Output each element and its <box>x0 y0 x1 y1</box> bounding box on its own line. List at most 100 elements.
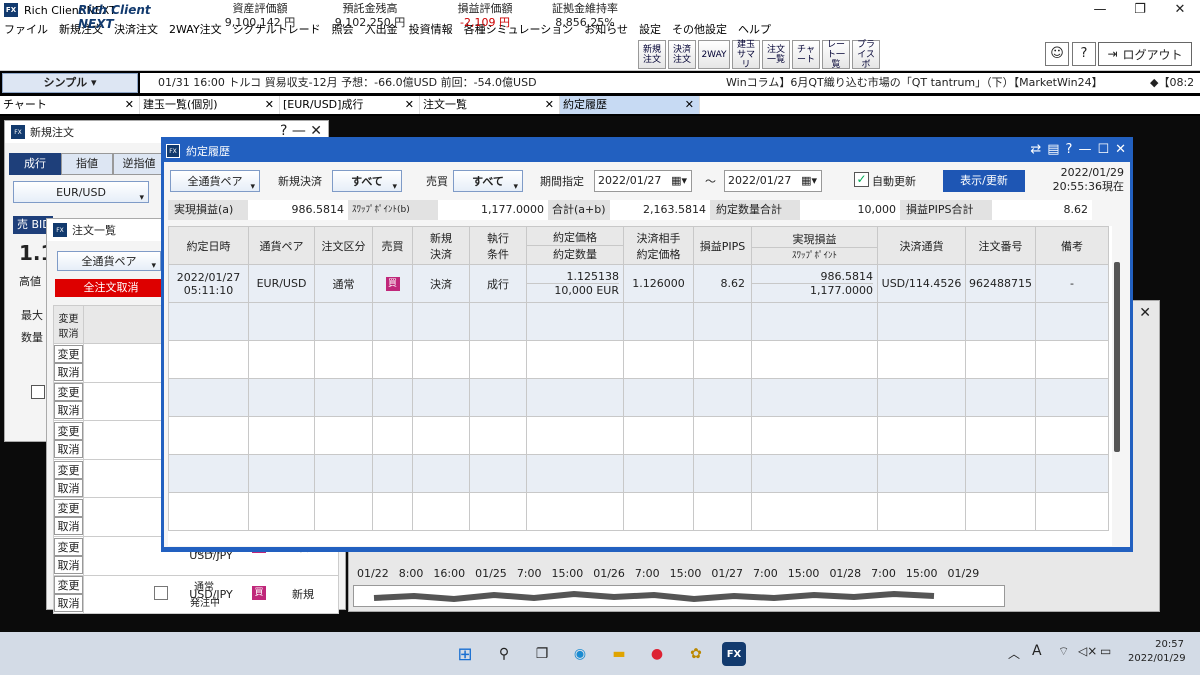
table-row[interactable] <box>168 378 1109 417</box>
table-row[interactable]: 2022/01/27 05:11:10 EUR/USD 通常 買 決済 成行 1.… <box>168 264 1109 303</box>
export-icon[interactable]: ⇄ <box>1030 142 1041 157</box>
quick-chart-button[interactable]: チャート <box>792 40 820 69</box>
avatar-icon[interactable]: ☺ <box>1045 42 1069 66</box>
news-ticker[interactable]: 01/31 16:00 トルコ 貿易収支-12月 予想：-66.0億USD 前回… <box>140 73 1200 93</box>
close-icon[interactable]: ✕ <box>265 96 274 114</box>
change-button[interactable]: 変更 <box>54 460 83 479</box>
chevron-up-icon[interactable]: ︿ <box>1008 645 1020 662</box>
cancel-all-button[interactable]: 全注文取消 <box>55 279 167 297</box>
close-icon[interactable]: ✕ <box>685 96 694 114</box>
minimize-button[interactable]: — <box>1080 0 1120 20</box>
maximize-button[interactable]: ❐ <box>1120 0 1160 20</box>
logout-button[interactable]: ⇥ ログアウト <box>1098 42 1192 66</box>
close-icon[interactable]: ✕ <box>1139 305 1151 321</box>
tab-chart[interactable]: チャート ✕ <box>0 96 140 114</box>
close-button[interactable]: ✕ <box>1160 0 1200 20</box>
quick-rate-list-button[interactable]: レート一覧 <box>822 40 850 70</box>
chrome-icon[interactable]: ● <box>645 642 669 666</box>
new-close-select[interactable]: すべて <box>332 170 402 192</box>
change-button[interactable]: 変更 <box>54 576 83 595</box>
csv-icon[interactable]: ▤ <box>1047 142 1059 157</box>
ticker-text-right: Winコラム】6月QT織り込む市場の「QT tantrum」（下）【Market… <box>726 76 1103 89</box>
auto-update-checkbox[interactable]: ✓ <box>854 172 869 187</box>
fx-app-icon[interactable]: FX <box>722 642 746 666</box>
ime-indicator[interactable]: A <box>1032 643 1042 659</box>
menu-settings[interactable]: 設定 <box>639 21 661 37</box>
maximize-icon[interactable]: ☐ <box>1097 142 1109 157</box>
windows-start-icon[interactable]: ⊞ <box>453 642 477 666</box>
tab-market[interactable]: 成行 <box>9 153 61 175</box>
calendar-icon[interactable]: ▦▾ <box>801 171 817 191</box>
col-price: 約定価格 <box>553 231 597 244</box>
vertical-scrollbar[interactable] <box>1114 262 1120 452</box>
pair-filter-select[interactable]: 全通貨ペア <box>170 170 260 192</box>
table-row[interactable] <box>168 454 1109 493</box>
cancel-button[interactable]: 取消 <box>54 478 83 497</box>
tab-market-order[interactable]: [EUR/USD]成行 ✕ <box>280 96 420 114</box>
layout-select[interactable]: シンプル ▾ <box>2 73 138 93</box>
quick-new-order-button[interactable]: 新規注文 <box>638 40 666 69</box>
change-button[interactable]: 変更 <box>54 499 83 518</box>
close-icon[interactable]: ✕ <box>125 96 134 114</box>
table-row[interactable]: 変更 取消 USD/JPY 通常 発注中買新規 <box>53 574 339 615</box>
quick-close-order-button[interactable]: 決済注文 <box>668 40 696 69</box>
cancel-button[interactable]: 取消 <box>54 362 83 381</box>
summary-qty-label: 約定数量合計 <box>710 200 800 220</box>
row-checkbox[interactable] <box>154 585 168 600</box>
currency-pair-select[interactable]: EUR/USD <box>13 181 149 203</box>
chart-scrollbar[interactable] <box>353 585 1005 607</box>
change-button[interactable]: 変更 <box>54 537 83 556</box>
date-to-field[interactable]: 2022/01/27 ▦▾ <box>724 170 822 192</box>
tab-order-list[interactable]: 注文一覧 ✕ <box>420 96 560 114</box>
change-button[interactable]: 変更 <box>54 344 83 363</box>
menu-other-settings[interactable]: その他設定 <box>672 21 727 37</box>
close-icon[interactable]: ✕ <box>545 96 554 114</box>
axis-tick: 15:00 <box>669 567 702 580</box>
quick-order-list-button[interactable]: 注文一覧 <box>762 40 790 69</box>
date-from-field[interactable]: 2022/01/27 ▦▾ <box>594 170 692 192</box>
clock[interactable]: 20:57 2022/01/29 <box>1128 638 1186 666</box>
battery-icon[interactable]: ▭ <box>1100 644 1111 658</box>
task-view-icon[interactable]: ❐ <box>530 642 554 666</box>
tab-execution-history[interactable]: 約定履歴 ✕ <box>560 96 700 114</box>
table-row[interactable] <box>168 340 1109 379</box>
menu-file[interactable]: ファイル <box>4 21 48 37</box>
axis-tick: 01/27 <box>711 567 744 580</box>
change-button[interactable]: 変更 <box>54 383 83 402</box>
wifi-icon[interactable]: ⌔ <box>1058 644 1069 659</box>
speaker-icon[interactable]: ◁× <box>1078 644 1097 658</box>
minimize-icon[interactable]: — <box>1078 142 1091 157</box>
table-row[interactable] <box>168 492 1109 531</box>
cancel-button[interactable]: 取消 <box>54 594 83 613</box>
refresh-button[interactable]: 表示/更新 <box>943 170 1025 192</box>
table-row[interactable] <box>168 302 1109 341</box>
folder-icon[interactable]: ▬ <box>607 642 631 666</box>
side-select[interactable]: すべて <box>453 170 523 192</box>
tab-position[interactable]: 建玉一覧(個別) ✕ <box>140 96 280 114</box>
change-button[interactable]: 変更 <box>54 421 83 440</box>
close-icon[interactable]: ✕ <box>1115 142 1126 157</box>
checkbox[interactable] <box>31 385 45 399</box>
edge-icon[interactable]: ◉ <box>568 642 592 666</box>
calendar-icon[interactable]: ▦▾ <box>671 171 687 191</box>
quick-position-button[interactable]: 建玉サマリ <box>732 40 760 70</box>
quick-price-board-button[interactable]: プライスボ <box>852 40 880 70</box>
order-list-title: 注文一覧 <box>72 224 116 237</box>
app-icon[interactable]: ✿ <box>684 642 708 666</box>
order-pair-select[interactable]: 全通貨ペア <box>57 251 161 271</box>
search-icon[interactable]: ⚲ <box>492 642 516 666</box>
cancel-button[interactable]: 取消 <box>54 439 83 458</box>
quick-2way-button[interactable]: 2WAY <box>698 40 730 69</box>
menu-help[interactable]: ヘルプ <box>738 21 771 37</box>
cancel-button[interactable]: 取消 <box>54 401 83 420</box>
menu-2way[interactable]: 2WAY注文 <box>169 21 222 37</box>
close-icon[interactable]: ✕ <box>405 96 414 114</box>
help-icon[interactable]: ? <box>1066 142 1073 157</box>
cancel-button[interactable]: 取消 <box>54 517 83 536</box>
help-icon[interactable]: ? <box>1072 42 1096 66</box>
chart-time-axis: 01/22 8:00 16:00 01/25 7:00 15:00 01/26 … <box>357 567 979 583</box>
cancel-button[interactable]: 取消 <box>54 555 83 574</box>
tab-stop[interactable]: 逆指値 <box>113 153 165 175</box>
table-row[interactable] <box>168 416 1109 455</box>
tab-limit[interactable]: 指値 <box>61 153 113 175</box>
